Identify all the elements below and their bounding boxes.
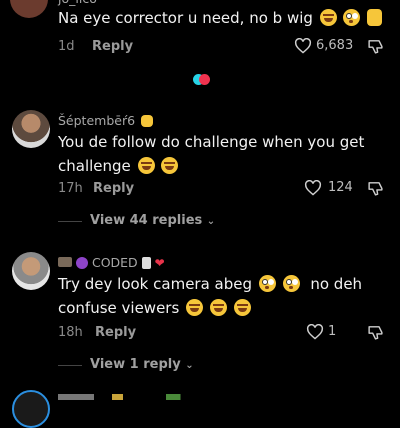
divider (58, 221, 82, 222)
comment-username[interactable]: CODED ❤ (58, 255, 165, 270)
comment-text-content: confuse viewers (58, 299, 180, 317)
chevron-down-icon: ⌄ (185, 360, 194, 371)
username-partial (58, 394, 238, 400)
raised-hands-emoji-icon (367, 9, 383, 26)
laughing-emoji-icon (209, 299, 227, 316)
username-prefix-icon (58, 257, 72, 267)
comment-username-text: Šéptembēŕ6 (58, 113, 136, 128)
loading-indicator (193, 72, 213, 86)
devil-emoji-icon (75, 257, 88, 269)
flushed-emoji-icon (258, 275, 276, 292)
laughing-emoji-icon (186, 299, 204, 316)
laughing-emoji-icon (137, 157, 155, 174)
laughing-emoji-icon (319, 9, 337, 26)
comment-time: 18h (58, 325, 83, 340)
comment-time: 1d (58, 39, 75, 54)
loading-dot-red (199, 74, 210, 85)
comment-username-text: CODED (91, 255, 138, 270)
comment-text-line-2: confuse viewers (58, 296, 362, 320)
avatar[interactable] (12, 252, 50, 290)
heart-emoji-icon: ❤ (154, 256, 165, 270)
thumbs-down-icon (368, 40, 383, 54)
comment-text: Na eye corrector u need, no b wig (58, 6, 383, 30)
dislike-button[interactable] (367, 38, 384, 59)
dislike-button[interactable] (367, 180, 384, 201)
comment-text-content: challenge (58, 157, 131, 175)
comment-text: Try dey look camera abeg no deh confuse … (58, 272, 362, 320)
view-replies-label: View 44 replies (90, 213, 203, 228)
phone-emoji-icon (141, 257, 151, 269)
wow-emoji-icon (343, 9, 361, 26)
heart-icon (294, 38, 312, 54)
thumbs-down-icon (368, 182, 383, 196)
comment-username[interactable]: Šéptembēŕ6 (58, 113, 154, 128)
laughing-emoji-icon (161, 157, 179, 174)
like-count: 1 (328, 324, 337, 339)
chevron-down-icon: ⌄ (206, 216, 216, 227)
like-button[interactable]: 1 (306, 323, 346, 341)
view-replies-label: View 1 reply (90, 357, 181, 372)
comment-text-line-2: challenge (58, 154, 364, 178)
reply-button[interactable]: Reply (95, 325, 136, 340)
comment-text: You de follow do challenge when you get … (58, 130, 364, 178)
view-replies-button[interactable]: View 1 reply ⌄ (90, 357, 194, 372)
dislike-button[interactable] (367, 324, 384, 345)
comment-time: 17h (58, 181, 83, 196)
heart-icon (306, 324, 324, 340)
crown-emoji-icon (141, 115, 154, 127)
comment-text-content: no deh (310, 275, 363, 293)
thumbs-down-icon (368, 326, 383, 340)
comment-text-content: Na eye corrector u need, no b wig (58, 9, 313, 27)
comment-text-line: You de follow do challenge when you get (58, 133, 365, 151)
divider (58, 365, 82, 366)
avatar[interactable] (10, 0, 48, 18)
reply-button[interactable]: Reply (93, 181, 134, 196)
heart-icon (304, 180, 322, 196)
reply-button[interactable]: Reply (92, 39, 133, 54)
comment-text-content: Try dey look camera abeg (58, 275, 253, 293)
avatar[interactable] (12, 390, 50, 428)
laughing-emoji-icon (233, 299, 251, 316)
avatar[interactable] (12, 110, 50, 148)
like-button[interactable]: 124 (304, 179, 354, 197)
flushed-emoji-icon (282, 275, 300, 292)
like-count: 6,683 (316, 38, 354, 53)
like-button[interactable]: 6,683 (294, 37, 354, 55)
comment-text-line: Try dey look camera abeg no deh (58, 272, 362, 296)
like-count: 124 (328, 180, 353, 195)
view-replies-button[interactable]: View 44 replies ⌄ (90, 213, 215, 228)
